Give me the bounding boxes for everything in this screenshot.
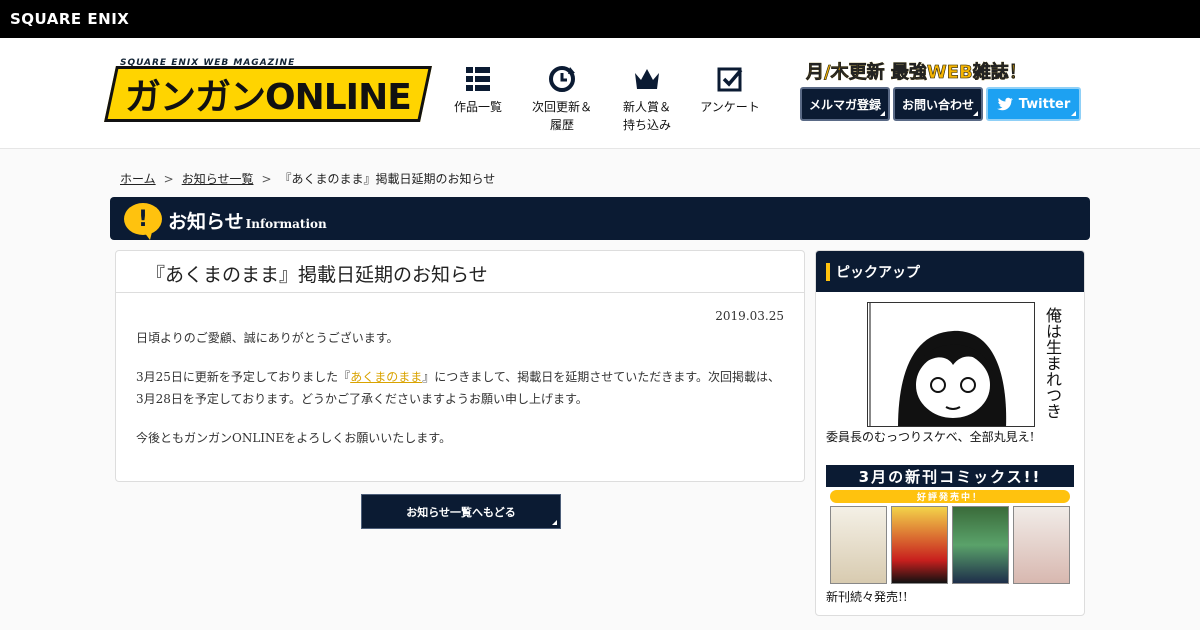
article-paragraph: 日頃よりのご愛顧、誠にありがとうございます。 [136,331,399,345]
manga-character-illustration [868,303,1034,426]
logo-wordmark: ガンガンONLINE [104,66,432,122]
pickup-sidebar: ピックアップ 俺は生まれつき 委員長のむっつりスケベ、全部丸見え! 3月の新刊コ… [815,250,1085,616]
breadcrumb-home[interactable]: ホーム [120,172,156,186]
article-title: 『あくまのまま』掲載日延期のお知らせ [116,251,804,293]
section-subtitle: Information [245,217,327,231]
article-paragraph: 今後ともガンガンONLINEをよろしくお願いいたします。 [136,431,452,445]
section-banner: ! お知らせ Information [110,197,1090,240]
nav-newcomer-award[interactable]: 新人賞＆ 持ち込み [607,64,687,134]
exclamation-icon: ! [124,203,162,240]
square-enix-logo[interactable]: SQUARE ENIX [10,10,129,28]
crown-icon [635,69,659,89]
series-link-akumanomama[interactable]: あくまのまま [350,370,422,384]
breadcrumb-separator: > [261,172,272,186]
comic-cover [891,506,948,584]
breadcrumb-separator: > [163,172,174,186]
nav-label: 作品一覧 [453,100,502,114]
breadcrumb-current: 『あくまのまま』掲載日延期のお知らせ [279,172,496,186]
site-header: SQUARE ENIX WEB MAGAZINE ガンガンONLINE 作品一覧… [0,38,1200,149]
twitter-button[interactable]: Twitter [986,87,1081,121]
tagline: 月/木更新 最強WEB雑誌！ [806,58,1080,84]
new-comics-banner[interactable]: 3月の新刊コミックス!! 好評発売中！ [826,465,1074,585]
twitter-bird-icon [996,97,1013,111]
sidebar-heading: ピックアップ [816,251,1084,292]
back-to-news-list-button[interactable]: お知らせ一覧へもどる [361,494,561,529]
top-bar: SQUARE ENIX [0,0,1200,38]
promo-caption[interactable]: 新刊続々発売!! [826,588,908,605]
nav-label: アンケート [700,100,760,114]
newsletter-button[interactable]: メルマガ登録 [800,87,890,121]
news-article: 『あくまのまま』掲載日延期のお知らせ 2019.03.25 日頃よりのご愛顧、誠… [115,250,805,482]
contact-button[interactable]: お問い合わせ [893,87,983,121]
comic-cover [830,506,887,584]
pickup-caption[interactable]: 委員長のむっつりスケベ、全部丸見え! [826,428,1034,445]
pickup-vertical-text: 俺は生まれつき [1043,307,1062,419]
promo-badge: 好評発売中！ [830,490,1070,503]
section-title: お知らせ Information [168,211,327,233]
promo-title: 3月の新刊コミックス!! [826,465,1074,487]
checkbox-icon [717,67,743,92]
article-date: 2019.03.25 [715,309,784,323]
nav-next-update[interactable]: 次回更新＆ 履歴 [522,64,602,134]
nav-label: 新人賞＆ 持ち込み [622,100,671,132]
pickup-manga-image[interactable] [867,302,1035,427]
nav-works-list[interactable]: 作品一覧 [438,64,518,116]
nav-label: 次回更新＆ 履歴 [531,100,592,132]
breadcrumb-news-list[interactable]: お知らせ一覧 [182,172,254,186]
comic-cover [952,506,1009,584]
twitter-label: Twitter [1018,96,1071,112]
article-paragraph: 3月25日に更新を予定しておりました『あくまのまま』につきまして、掲載日を延期さ… [136,370,781,406]
nav-survey[interactable]: アンケート [690,64,770,116]
article-body: 日頃よりのご愛顧、誠にありがとうございます。 3月25日に更新を予定しておりまし… [136,327,786,466]
ganganonline-logo[interactable]: SQUARE ENIX WEB MAGAZINE ガンガンONLINE [104,58,432,124]
grid-icon [466,67,490,91]
clock-refresh-icon [549,66,575,92]
comic-cover [1013,506,1070,584]
breadcrumb: ホーム > お知らせ一覧 > 『あくまのまま』掲載日延期のお知らせ [120,170,495,187]
comic-covers [826,506,1074,584]
